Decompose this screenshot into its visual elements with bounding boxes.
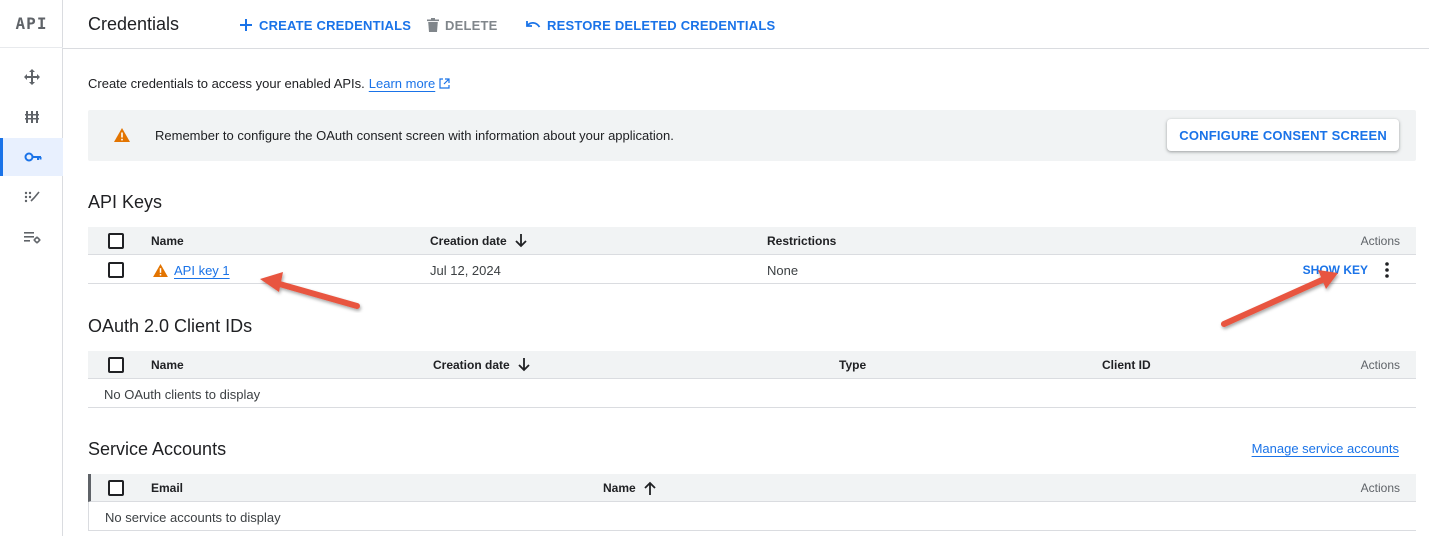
service-accounts-title: Service Accounts [88,439,227,459]
email-header-label: Email [151,481,184,495]
external-link-icon [439,78,450,89]
arrow-down-icon [518,358,530,372]
oauth-title: OAuth 2.0 Client IDs [88,316,253,336]
settings-list-icon [23,232,40,244]
column-header-actions: Actions [1361,234,1400,248]
row-checkbox[interactable] [108,262,124,278]
show-key-button[interactable]: SHOW KEY [1303,263,1368,277]
page-title: Credentials [88,14,180,34]
delete-label: DELETE [445,17,498,33]
name-header-label: Name [151,358,184,372]
oauth-empty-message: No OAuth clients to display [104,387,261,402]
client-id-header-label: Client ID [1102,358,1151,372]
creation-date-header-label: Creation date [430,234,507,248]
column-header-actions: Actions [1361,481,1400,495]
warning-icon [114,128,130,142]
oauth-empty-row: No OAuth clients to display [88,379,1416,408]
actions-header-label: Actions [1360,481,1400,495]
api-logo: API [0,0,63,48]
rail-item-settings[interactable] [0,218,63,256]
arrow-up-icon [644,481,656,495]
actions-header-label: Actions [1360,234,1400,248]
left-nav-rail: API [0,0,63,536]
api-key-restrictions: None [767,263,799,278]
rail-item-library[interactable] [0,98,63,136]
create-credentials-label: CREATE CREDENTIALS [259,17,412,33]
column-header-client-id: Client ID [1102,358,1151,372]
creation-date-header-label: Creation date [433,358,510,372]
select-all-checkbox[interactable] [108,480,124,496]
column-header-name[interactable]: Name [151,234,184,248]
table-row: API key 1 Jul 12, 2024 None SHOW KEY [88,255,1416,284]
column-header-restrictions: Restrictions [767,234,836,248]
top-bar: Credentials CREATE CREDENTIALS DELETE RE… [63,0,1429,49]
banner-message: Remember to configure the OAuth consent … [155,128,674,143]
rail-item-dashboard[interactable] [0,58,63,96]
service-accounts-empty-message: No service accounts to display [105,510,281,525]
column-header-email: Email [151,481,183,495]
column-header-actions: Actions [1361,358,1400,372]
column-header-name[interactable]: Name [151,358,184,372]
column-header-creation-date[interactable]: Creation date [430,234,527,248]
consent-icon [24,191,40,203]
key-icon [24,152,42,162]
oauth-table-header: Name Creation date Type Client ID Action… [88,351,1416,379]
delete-button[interactable]: DELETE [427,15,497,35]
select-all-checkbox[interactable] [108,233,124,249]
manage-service-accounts-link[interactable]: Manage service accounts [1252,441,1399,456]
restrictions-header-label: Restrictions [767,234,837,248]
service-accounts-empty-row: No service accounts to display [88,502,1416,531]
restore-deleted-credentials-button[interactable]: RESTORE DELETED CREDENTIALS [525,15,775,35]
arrow-down-icon [515,234,527,248]
trash-icon [427,18,439,32]
rail-item-oauth-consent[interactable] [0,178,63,216]
configure-consent-screen-button[interactable]: CONFIGURE CONSENT SCREEN [1167,119,1399,151]
api-keys-table-header: Name Creation date Restrictions Actions [88,227,1416,255]
restore-deleted-label: RESTORE DELETED CREDENTIALS [547,17,776,33]
undo-icon [526,21,541,28]
name-header-label: Name [603,481,636,495]
plus-icon [240,19,252,31]
create-credentials-button[interactable]: CREATE CREDENTIALS [239,15,411,35]
name-header-label: Name [151,234,184,248]
more-vert-icon[interactable] [1380,262,1394,278]
type-header-label: Type [839,358,867,372]
select-all-checkbox[interactable] [108,357,124,373]
dashboard-icon [23,69,40,85]
api-key-name-cell: API key 1 [153,263,230,278]
intro-text: Create credentials to access your enable… [88,76,450,91]
api-keys-title: API Keys [88,192,163,212]
api-key-creation-date: Jul 12, 2024 [430,263,501,278]
service-accounts-table-header: Email Name Actions [88,474,1416,502]
actions-header-label: Actions [1360,358,1400,372]
warning-icon [153,264,168,277]
library-icon [24,111,39,123]
rail-item-credentials[interactable] [0,138,63,176]
api-key-link[interactable]: API key 1 [174,263,230,278]
intro-description: Create credentials to access your enable… [88,76,365,91]
learn-more-link[interactable]: Learn more [369,76,435,91]
oauth-consent-warning-banner: Remember to configure the OAuth consent … [88,110,1416,161]
column-header-name[interactable]: Name [603,481,656,495]
column-header-type: Type [839,358,866,372]
column-header-creation-date[interactable]: Creation date [433,358,530,372]
